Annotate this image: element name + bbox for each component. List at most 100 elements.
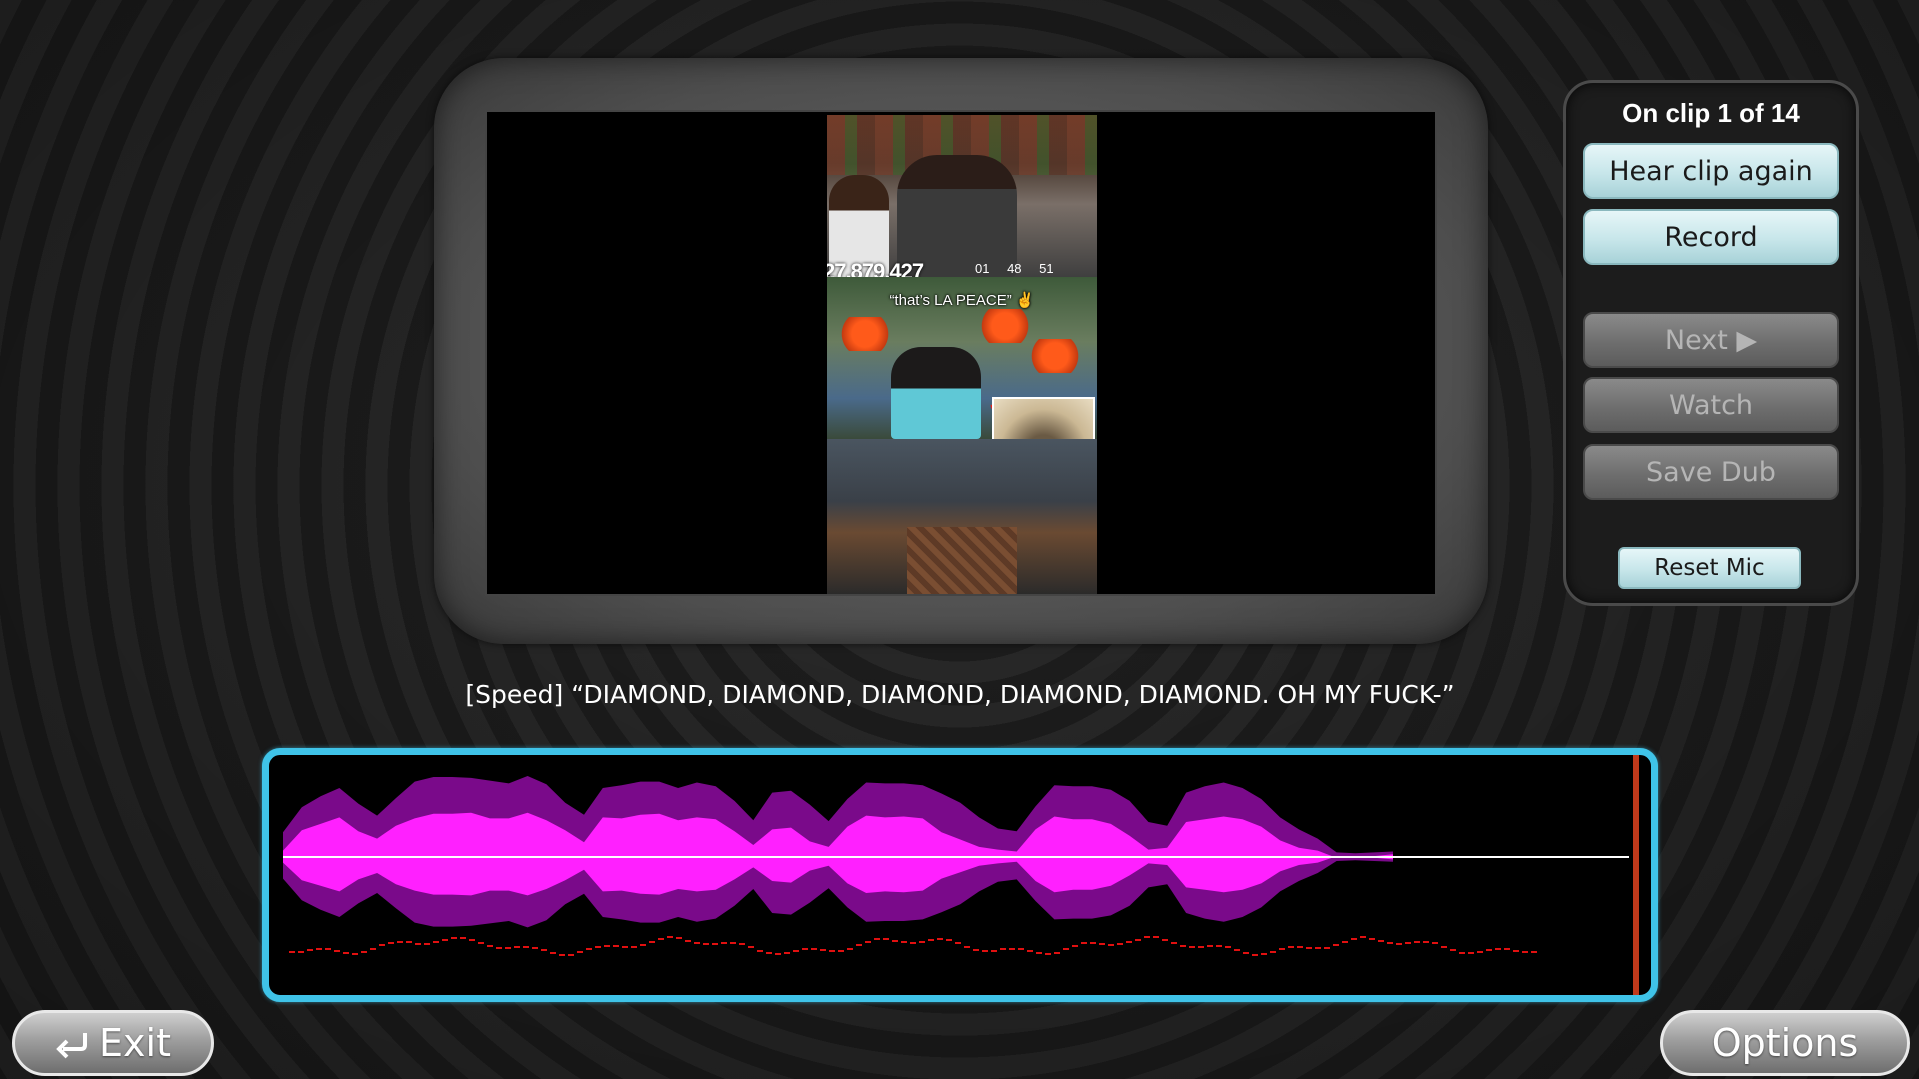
pitch-dash	[1333, 944, 1339, 946]
pitch-dash	[343, 952, 349, 954]
pitch-dash	[586, 948, 592, 950]
pitch-dash	[1396, 943, 1402, 945]
video-player[interactable]: 27,879,427 01 48 51 “that’s LA PEACE” ✌	[485, 110, 1437, 596]
mushroom-decoration	[1027, 339, 1083, 373]
pitch-dash	[1504, 948, 1510, 950]
pitch-dash	[1288, 946, 1294, 948]
pitch-dash	[1171, 942, 1177, 944]
waveform-panel[interactable]	[262, 748, 1658, 1002]
pitch-dash	[577, 951, 583, 953]
pitch-dash	[1387, 942, 1393, 944]
pitch-dash	[937, 938, 943, 940]
pitch-dash	[1153, 936, 1159, 938]
pitch-dash	[1036, 952, 1042, 954]
pitch-dash	[595, 946, 601, 948]
mushroom-decoration	[977, 309, 1033, 343]
pitch-dash	[730, 942, 736, 944]
pitch-dash	[1081, 942, 1087, 944]
pitch-dash	[433, 941, 439, 943]
pitch-dash	[829, 950, 835, 952]
pitch-dash	[1198, 946, 1204, 948]
pitch-dash	[1342, 941, 1348, 943]
playhead-marker[interactable]	[1633, 755, 1639, 995]
pitch-dash	[451, 937, 457, 939]
pitch-dash	[514, 946, 520, 948]
pitch-dash	[910, 942, 916, 944]
pitch-dash	[820, 949, 826, 951]
pitch-dash	[928, 939, 934, 941]
pitch-dash	[667, 936, 673, 938]
video-panel-bottom	[827, 439, 1097, 594]
pitch-dash	[397, 941, 403, 943]
pitch-dash	[802, 948, 808, 950]
next-button[interactable]: Next ▶	[1583, 312, 1839, 368]
video-counter-small: 01 48 51	[975, 261, 1054, 276]
pitch-dash	[1315, 947, 1321, 949]
pitch-dash	[784, 952, 790, 954]
pitch-trace	[289, 936, 1537, 956]
pitch-dash	[1360, 936, 1366, 938]
pitch-dash	[1531, 951, 1537, 953]
pitch-dash	[1144, 936, 1150, 938]
pitch-dash	[991, 950, 997, 952]
exit-label: Exit	[99, 1021, 171, 1065]
pitch-dash	[685, 940, 691, 942]
video-panel-top: 27,879,427 01 48 51	[827, 115, 1097, 284]
pitch-dash	[1441, 946, 1447, 948]
options-button[interactable]: Options	[1660, 1010, 1910, 1076]
pitch-dash	[793, 950, 799, 952]
pitch-dash	[1189, 946, 1195, 948]
pitch-dash	[613, 945, 619, 947]
pitch-dash	[298, 951, 304, 953]
reset-mic-button[interactable]: Reset Mic	[1618, 547, 1801, 589]
pitch-dash	[1009, 948, 1015, 950]
pitch-dash	[541, 949, 547, 951]
subtitle-text: [Speed] “DIAMOND, DIAMOND, DIAMOND, DIAM…	[465, 680, 1455, 709]
pitch-dash	[721, 942, 727, 944]
watch-button[interactable]: Watch	[1583, 377, 1839, 433]
pitch-dash	[739, 943, 745, 945]
pitch-dash	[289, 951, 295, 953]
pitch-dash	[496, 947, 502, 949]
pitch-dash	[1216, 945, 1222, 947]
pitch-dash	[658, 938, 664, 940]
pitch-dash	[703, 943, 709, 945]
pitch-dash	[982, 950, 988, 952]
pitch-dash	[712, 943, 718, 945]
pitch-dash	[1108, 944, 1114, 946]
pitch-dash	[361, 951, 367, 953]
pitch-dash	[838, 950, 844, 952]
pitch-dash	[1018, 948, 1024, 950]
pitch-dash	[550, 952, 556, 954]
pitch-dash	[469, 939, 475, 941]
pitch-dash	[874, 938, 880, 940]
pitch-dash	[1162, 939, 1168, 941]
hear-clip-again-button[interactable]: Hear clip again	[1583, 143, 1839, 199]
pitch-dash	[1072, 945, 1078, 947]
pitch-dash	[559, 954, 565, 956]
exit-button[interactable]: Exit	[12, 1010, 214, 1076]
pitch-dash	[946, 939, 952, 941]
pitch-dash	[316, 948, 322, 950]
record-button[interactable]: Record	[1583, 209, 1839, 265]
pitch-dash	[649, 941, 655, 943]
pitch-dash	[964, 946, 970, 948]
pitch-dash	[1468, 952, 1474, 954]
pitch-dash	[1297, 946, 1303, 948]
pitch-dash	[856, 944, 862, 946]
pitch-dash	[901, 941, 907, 943]
pitch-dash	[604, 945, 610, 947]
pitch-dash	[406, 941, 412, 943]
pitch-dash	[442, 939, 448, 941]
pitch-dash	[919, 941, 925, 943]
pitch-dash	[1486, 949, 1492, 951]
pitch-dash	[1279, 948, 1285, 950]
save-dub-button[interactable]: Save Dub	[1583, 444, 1839, 500]
pitch-dash	[676, 937, 682, 939]
pitch-dash	[1252, 954, 1258, 956]
pitch-dash	[1135, 939, 1141, 941]
pitch-dash	[415, 943, 421, 945]
pitch-dash	[1207, 945, 1213, 947]
pitch-dash	[1378, 940, 1384, 942]
video-caption-overlay: “that’s LA PEACE” ✌	[889, 292, 1035, 309]
